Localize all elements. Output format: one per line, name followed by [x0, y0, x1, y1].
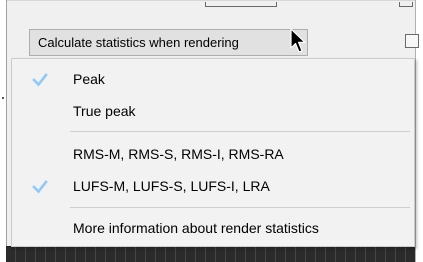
menu-item-label: RMS-M, RMS-S, RMS-I, RMS-RA	[73, 146, 284, 162]
menu-item-true-peak[interactable]: True peak	[12, 95, 414, 127]
menu-item-label: LUFS-M, LUFS-S, LUFS-I, LRA	[73, 178, 270, 194]
statistics-menu: Peak True peak RMS-M, RMS-S, RMS-I, RMS-…	[11, 58, 415, 247]
menu-item-label: True peak	[73, 103, 136, 119]
menu-item-label: Peak	[73, 71, 105, 87]
bracket-mark	[399, 2, 413, 7]
bracket-mark	[205, 2, 277, 7]
mouse-cursor-icon	[290, 28, 306, 53]
calculate-statistics-button[interactable]: Calculate statistics when rendering	[29, 29, 308, 56]
checkmark-icon	[32, 73, 48, 87]
separator-dot	[2, 97, 4, 99]
calculate-statistics-label: Calculate statistics when rendering	[38, 35, 239, 50]
menu-item-label: More information about render statistics	[73, 220, 319, 236]
menu-separator	[70, 207, 410, 208]
checkmark-icon	[32, 180, 48, 194]
menu-item-rms[interactable]: RMS-M, RMS-S, RMS-I, RMS-RA	[12, 138, 414, 170]
menu-separator	[70, 131, 410, 132]
menu-item-more-info[interactable]: More information about render statistics	[12, 212, 414, 244]
timeline-ruler	[6, 247, 415, 262]
left-border	[6, 0, 7, 262]
side-checkbox[interactable]	[405, 34, 419, 48]
menu-item-lufs[interactable]: LUFS-M, LUFS-S, LUFS-I, LRA	[12, 170, 414, 202]
dialog-top-line	[0, 0, 423, 1]
menu-item-peak[interactable]: Peak	[12, 63, 414, 95]
